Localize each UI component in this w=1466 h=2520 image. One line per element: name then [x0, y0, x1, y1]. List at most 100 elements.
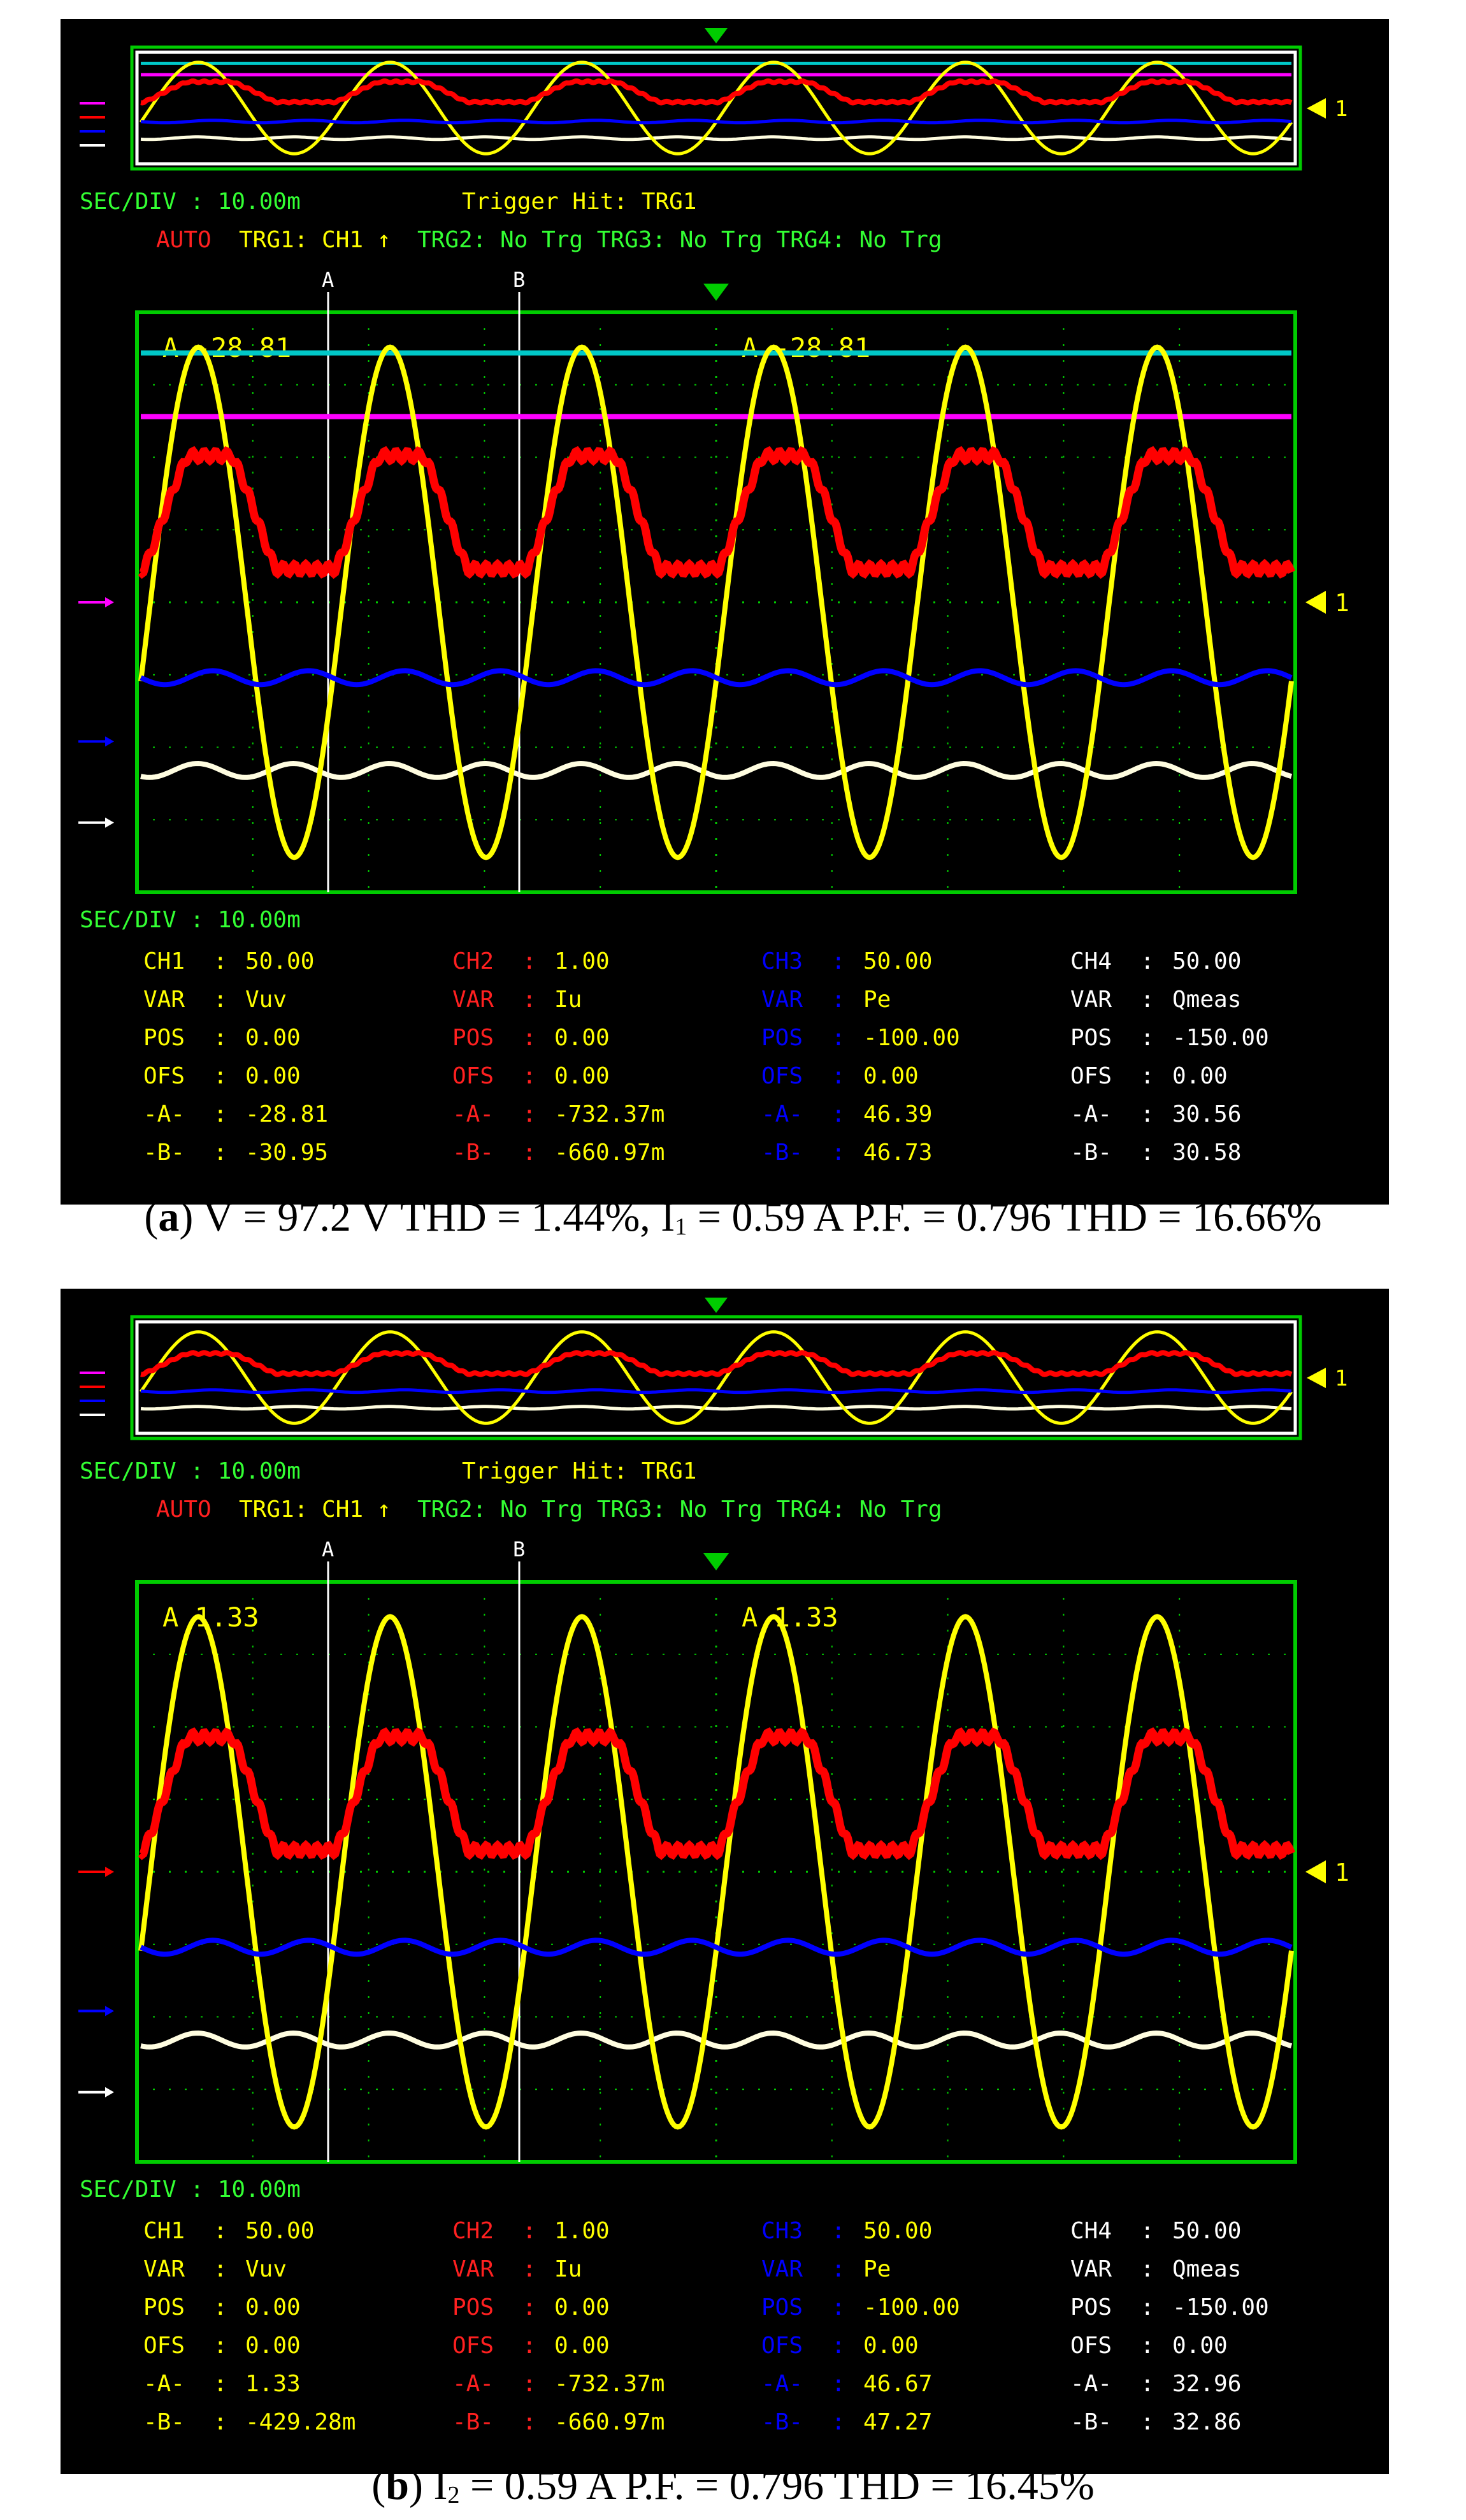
caption-label: b: [385, 2462, 409, 2509]
row-separator: :: [213, 1063, 227, 1089]
row-separator: :: [213, 1140, 227, 1166]
cursor-b-label: B: [513, 1537, 525, 1561]
channel-value-a: 46.67: [863, 2371, 932, 2397]
channel-label: CH3: [761, 948, 803, 974]
channel-value-ofs: 0.00: [863, 2333, 919, 2359]
row-label-var: VAR: [1070, 987, 1112, 1013]
caption-b: (b) I2 = 0.59 A P.F. = 0.796 THD = 16.45…: [371, 2462, 1095, 2509]
row-separator: :: [522, 2218, 536, 2244]
row-label-var: VAR: [761, 987, 803, 1013]
row-separator: :: [1140, 2218, 1154, 2244]
row-separator: :: [1140, 2333, 1154, 2359]
scope-display: 1 SEC/DIV : 10.00m Trigger Hit: TRG1 AUTO TR…: [78, 28, 1349, 1166]
row-separator: :: [831, 2333, 845, 2359]
channel-label: CH4: [1070, 948, 1112, 974]
channel-value-var: Qmeas: [1172, 2256, 1241, 2282]
channel-value-a: -732.37m: [554, 2371, 665, 2397]
channel-label: CH2: [452, 2218, 494, 2244]
sec-div-bottom: SEC/DIV : 10.00m: [80, 2176, 301, 2203]
row-separator: :: [213, 2409, 227, 2435]
row-label-var: VAR: [452, 987, 494, 1013]
row-label-pos: POS: [1070, 1025, 1112, 1051]
channel-value-a: -28.81: [245, 1101, 328, 1127]
row-separator: :: [1140, 948, 1154, 974]
caption-a: (a) V = 97.2 V THD = 1.44%, I1 = 0.59 A …: [144, 1194, 1322, 1240]
trigger-others: TRG2: No Trg TRG3: No Trg TRG4: No Trg: [417, 1496, 942, 1523]
row-separator: :: [522, 1063, 536, 1089]
channel-value-a: 46.39: [863, 1101, 932, 1127]
row-label-b: -B-: [452, 2409, 494, 2435]
channel-value-pos: 0.00: [245, 1025, 301, 1051]
cursor-readout-right: A 1.33: [742, 1602, 838, 1633]
row-label-ofs: OFS: [452, 2333, 494, 2359]
channel-value-var: Pe: [863, 2256, 891, 2282]
channel-value-var: Pe: [863, 987, 891, 1013]
channel-value-ch_value: 50.00: [1172, 2218, 1241, 2244]
row-label-a: -A-: [143, 1101, 185, 1127]
waveform-ch4-main: [140, 2030, 1293, 2050]
oscilloscope-panel-b: 1 SEC/DIV : 10.00m Trigger Hit: TRG1 AUTO TR…: [61, 1289, 1389, 2474]
row-label-pos: POS: [761, 2294, 803, 2321]
channel-value-ofs: 0.00: [1172, 1063, 1228, 1089]
trigger-1: TRG1: CH1 ↑: [239, 1496, 391, 1523]
channel-value-var: Iu: [554, 987, 582, 1013]
channel-value-ofs: 0.00: [554, 2333, 610, 2359]
waveform-ch3-overview: [140, 119, 1292, 125]
row-separator: :: [213, 987, 227, 1013]
row-label-a: -A-: [761, 1101, 803, 1127]
row-separator: :: [522, 2371, 536, 2397]
row-separator: :: [522, 2294, 536, 2321]
trigger-hit: Trigger Hit: TRG1: [462, 189, 696, 215]
trigger-mode: AUTO: [156, 227, 212, 253]
channel-value-b: 32.86: [1172, 2409, 1241, 2435]
row-label-b: -B-: [1070, 1140, 1112, 1166]
row-label-b: -B-: [1070, 2409, 1112, 2435]
waveform-ch4-overview: [140, 1405, 1292, 1411]
caption-text-pre: I: [433, 2462, 448, 2509]
row-separator: :: [1140, 2256, 1154, 2282]
channel-value-b: 30.58: [1172, 1140, 1241, 1166]
row-label-a: -A-: [452, 2371, 494, 2397]
channel-value-ch_value: 50.00: [1172, 948, 1241, 974]
channel-label: CH1: [143, 948, 185, 974]
row-separator: :: [831, 1063, 845, 1089]
channel-value-ch_value: 50.00: [245, 948, 314, 974]
row-separator: :: [1140, 2371, 1154, 2397]
row-label-ofs: OFS: [143, 2333, 185, 2359]
trigger-mode: AUTO: [156, 1496, 212, 1523]
cursor-readout-right: A -28.81: [742, 332, 870, 363]
row-label-ofs: OFS: [1070, 1063, 1112, 1089]
row-separator: :: [213, 2371, 227, 2397]
row-label-a: -A-: [452, 1101, 494, 1127]
channel-ground-arrowhead: [105, 736, 114, 747]
channel-value-var: Qmeas: [1172, 987, 1241, 1013]
trigger-hit: Trigger Hit: TRG1: [462, 1458, 696, 1484]
row-separator: :: [1140, 2294, 1154, 2321]
row-separator: :: [213, 2218, 227, 2244]
plot-grid: [137, 1582, 1295, 2162]
channel-label: CH2: [452, 948, 494, 974]
row-separator: :: [213, 1025, 227, 1051]
row-label-var: VAR: [452, 2256, 494, 2282]
row-separator: :: [213, 2333, 227, 2359]
row-separator: :: [1140, 1063, 1154, 1089]
row-label-ofs: OFS: [761, 1063, 803, 1089]
channel-value-var: Iu: [554, 2256, 582, 2282]
row-separator: :: [213, 2294, 227, 2321]
row-separator: :: [831, 2294, 845, 2321]
plot-grid: [137, 312, 1295, 892]
channel-value-pos: -100.00: [863, 1025, 960, 1051]
channel-ground-arrowhead: [105, 1867, 114, 1877]
trigger-position-marker-top: [705, 1298, 728, 1313]
row-label-b: -B-: [143, 2409, 185, 2435]
sec-div-top: SEC/DIV : 10.00m: [80, 189, 301, 215]
trigger-position-marker-top: [705, 28, 728, 43]
row-separator: :: [522, 2333, 536, 2359]
row-separator: :: [831, 2256, 845, 2282]
channel-value-a: 30.56: [1172, 1101, 1241, 1127]
trigger-level-marker-main: [1305, 591, 1326, 614]
cursor-a-label: A: [322, 1537, 334, 1561]
channel-ground-arrowhead: [105, 817, 114, 828]
row-separator: :: [522, 1101, 536, 1127]
row-label-a: -A-: [143, 2371, 185, 2397]
